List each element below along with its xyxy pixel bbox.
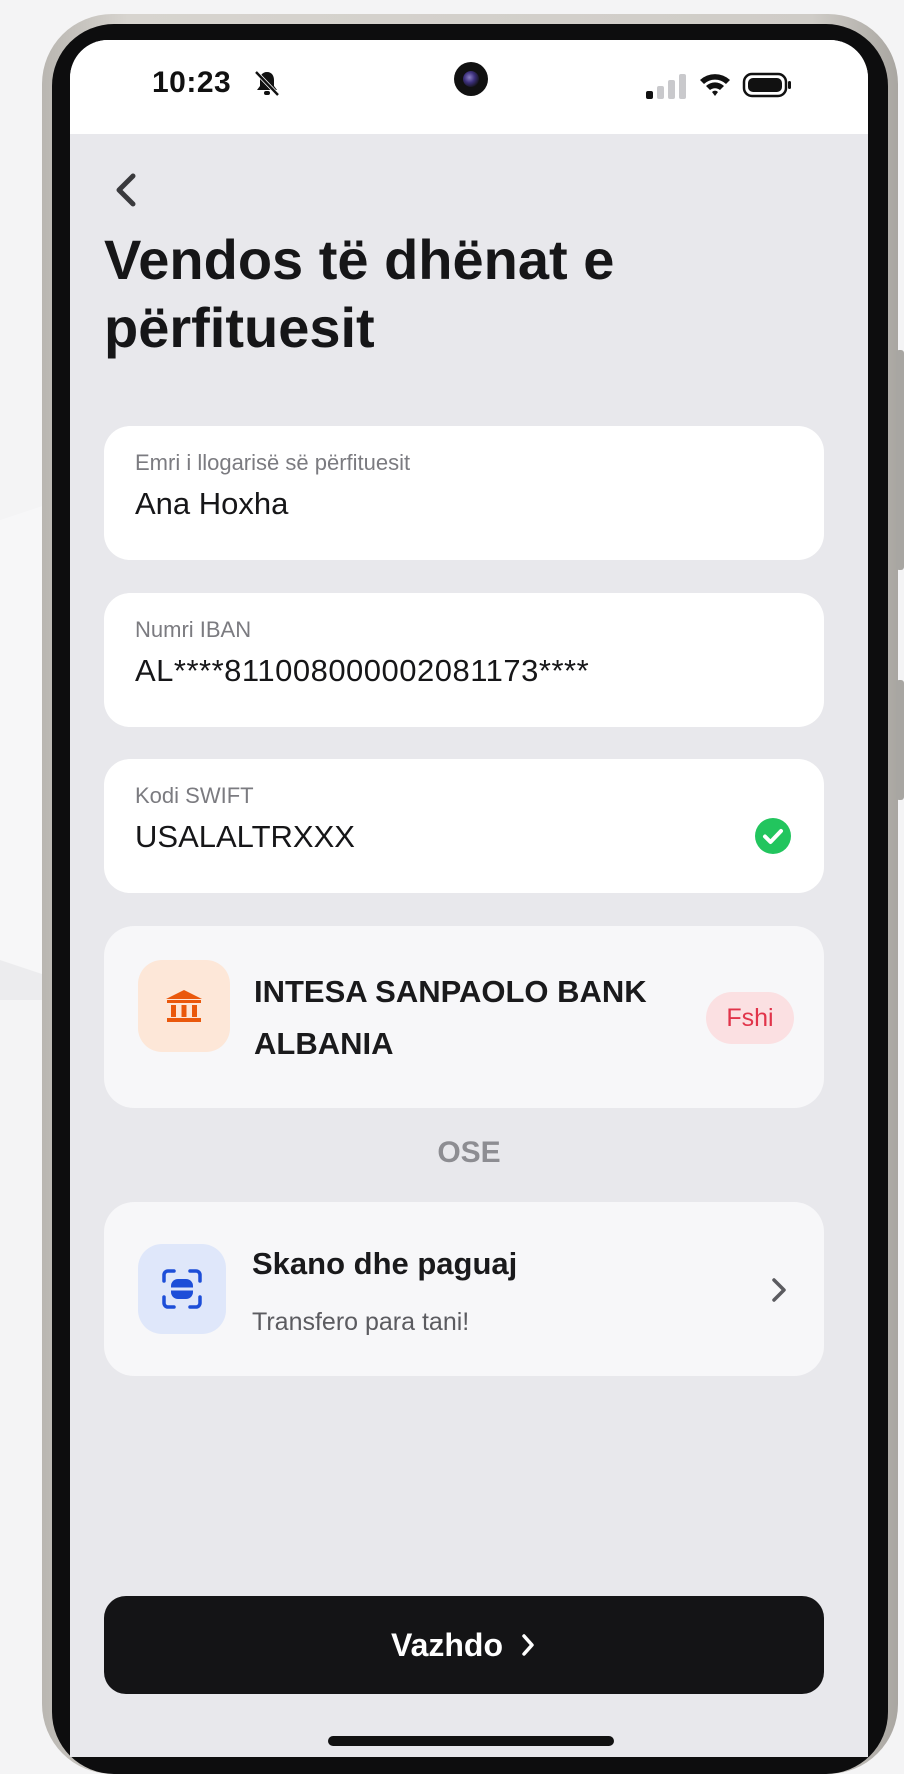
check-circle-icon: [755, 818, 791, 854]
bank-name: INTESA SANPAOLO BANK ALBANIA: [254, 974, 647, 1061]
chevron-right-icon: [772, 1278, 786, 1302]
continue-button[interactable]: Vazhdo: [104, 1596, 824, 1694]
swift-label: Kodi SWIFT: [135, 783, 254, 808]
scan-icon-container: [138, 1244, 226, 1334]
volume-button: [896, 680, 904, 800]
power-button: [896, 350, 904, 570]
swift-input[interactable]: [135, 819, 675, 855]
signal-icon: [646, 74, 686, 99]
account-name-field[interactable]: Emri i llogarisë së përfituesit: [104, 426, 824, 560]
bank-card: INTESA SANPAOLO BANK ALBANIA Fshi: [104, 926, 824, 1108]
app-screen: 10:23 Vendos të dhënat e përfituesit Emr…: [70, 40, 868, 1757]
front-camera: [454, 62, 488, 96]
or-divider-label: OSE: [437, 1136, 501, 1169]
status-time: 10:23: [152, 66, 232, 99]
account-name-input[interactable]: [135, 486, 735, 522]
chevron-left-icon: [116, 173, 136, 207]
chevron-right-icon: [522, 1634, 534, 1656]
page-title: Vendos të dhënat e përfituesit: [104, 228, 615, 359]
status-bar: 10:23: [70, 40, 868, 134]
wifi-icon: [700, 74, 730, 96]
back-button[interactable]: [104, 160, 148, 220]
continue-button-label: Vazhdo: [390, 1626, 503, 1663]
battery-icon: [742, 72, 791, 98]
scan-and-pay-card[interactable]: Skano dhe paguaj Transfero para tani!: [104, 1202, 824, 1376]
scan-title: Skano dhe paguaj: [252, 1246, 518, 1281]
iban-field[interactable]: Numri IBAN: [104, 593, 824, 727]
scan-subtitle: Transfero para tani!: [252, 1308, 470, 1336]
iban-label: Numri IBAN: [135, 617, 252, 642]
account-name-label: Emri i llogarisë së përfituesit: [135, 450, 411, 475]
scan-icon: [162, 1269, 202, 1309]
swift-field[interactable]: Kodi SWIFT: [104, 759, 824, 893]
bank-icon-container: [138, 960, 230, 1052]
bank-icon: [166, 990, 202, 1022]
bell-slash-icon: [254, 70, 280, 97]
delete-bank-button[interactable]: Fshi: [706, 992, 794, 1044]
home-indicator[interactable]: [328, 1736, 614, 1746]
iban-input[interactable]: [135, 653, 735, 689]
